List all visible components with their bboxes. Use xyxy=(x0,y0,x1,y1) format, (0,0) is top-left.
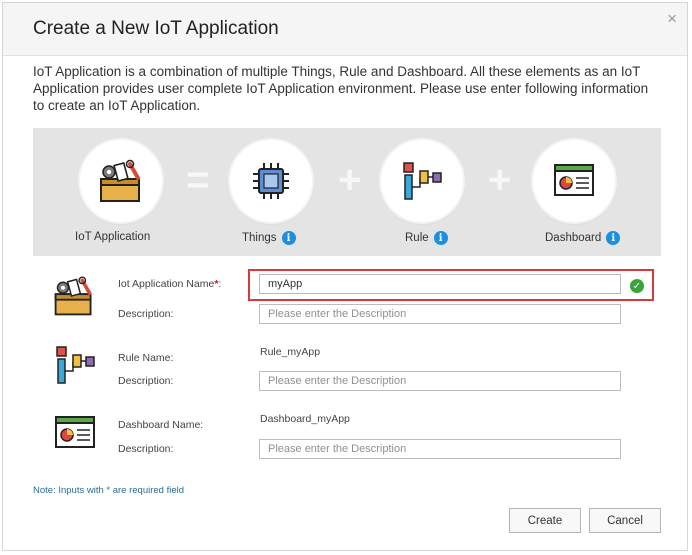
chip-icon xyxy=(253,163,289,199)
create-iot-app-dialog: Create a New IoT Application × IoT Appli… xyxy=(2,2,688,551)
dashboard-info-icon[interactable]: i xyxy=(606,231,621,245)
banner-label-iot-application: IoT Application xyxy=(75,231,151,243)
create-button[interactable]: Create xyxy=(509,508,581,533)
banner-label-things: Things i xyxy=(242,231,296,245)
rule-name-label: Rule Name: xyxy=(118,352,174,364)
toolbox-icon xyxy=(100,159,140,202)
rule-description-label: Description: xyxy=(118,375,174,387)
dashboard-circle xyxy=(533,140,615,222)
dashboard-name-value: Dashboard_myApp xyxy=(260,413,350,425)
rule-name-value: Rule_myApp xyxy=(260,346,321,358)
valid-check-icon: ✓ xyxy=(630,279,644,293)
dashboard-description-label: Description: xyxy=(118,443,174,455)
intro-text: IoT Application is a combination of mult… xyxy=(33,64,649,113)
dialog-header: Create a New IoT Application × xyxy=(3,3,687,56)
things-circle xyxy=(230,140,312,222)
app-name-input[interactable] xyxy=(259,274,621,294)
things-info-icon[interactable]: i xyxy=(281,231,296,245)
rule-description-input[interactable] xyxy=(259,371,621,391)
close-icon[interactable]: × xyxy=(667,9,677,29)
banner-label-dashboard: Dashboard i xyxy=(545,231,621,245)
iot-application-circle xyxy=(80,140,162,222)
banner-label-rule: Rule i xyxy=(405,231,448,245)
dashboard-icon xyxy=(554,164,594,196)
required-note: Note: Inputs with * are required field xyxy=(33,485,185,496)
plus-operator: + xyxy=(338,158,362,202)
cancel-button[interactable]: Cancel xyxy=(589,508,661,533)
rule-circle xyxy=(381,140,463,222)
rule-info-icon[interactable]: i xyxy=(433,231,448,245)
dashboard-description-input[interactable] xyxy=(259,439,621,459)
app-description-label: Description: xyxy=(118,308,174,320)
composition-banner: IoT Application = Things i + Rule i + Da… xyxy=(33,128,661,256)
plus-operator-2: + xyxy=(488,158,512,202)
dashboard-name-label: Dashboard Name: xyxy=(118,419,204,431)
app-name-label: Iot Application Name*: xyxy=(118,278,222,290)
dialog-title: Create a New IoT Application xyxy=(33,18,279,39)
rule-icon xyxy=(403,162,442,200)
equals-operator: = xyxy=(186,158,210,202)
toolbox-icon xyxy=(54,276,92,316)
rule-icon xyxy=(56,346,95,384)
app-description-input[interactable] xyxy=(259,304,621,324)
dashboard-icon xyxy=(55,416,95,448)
